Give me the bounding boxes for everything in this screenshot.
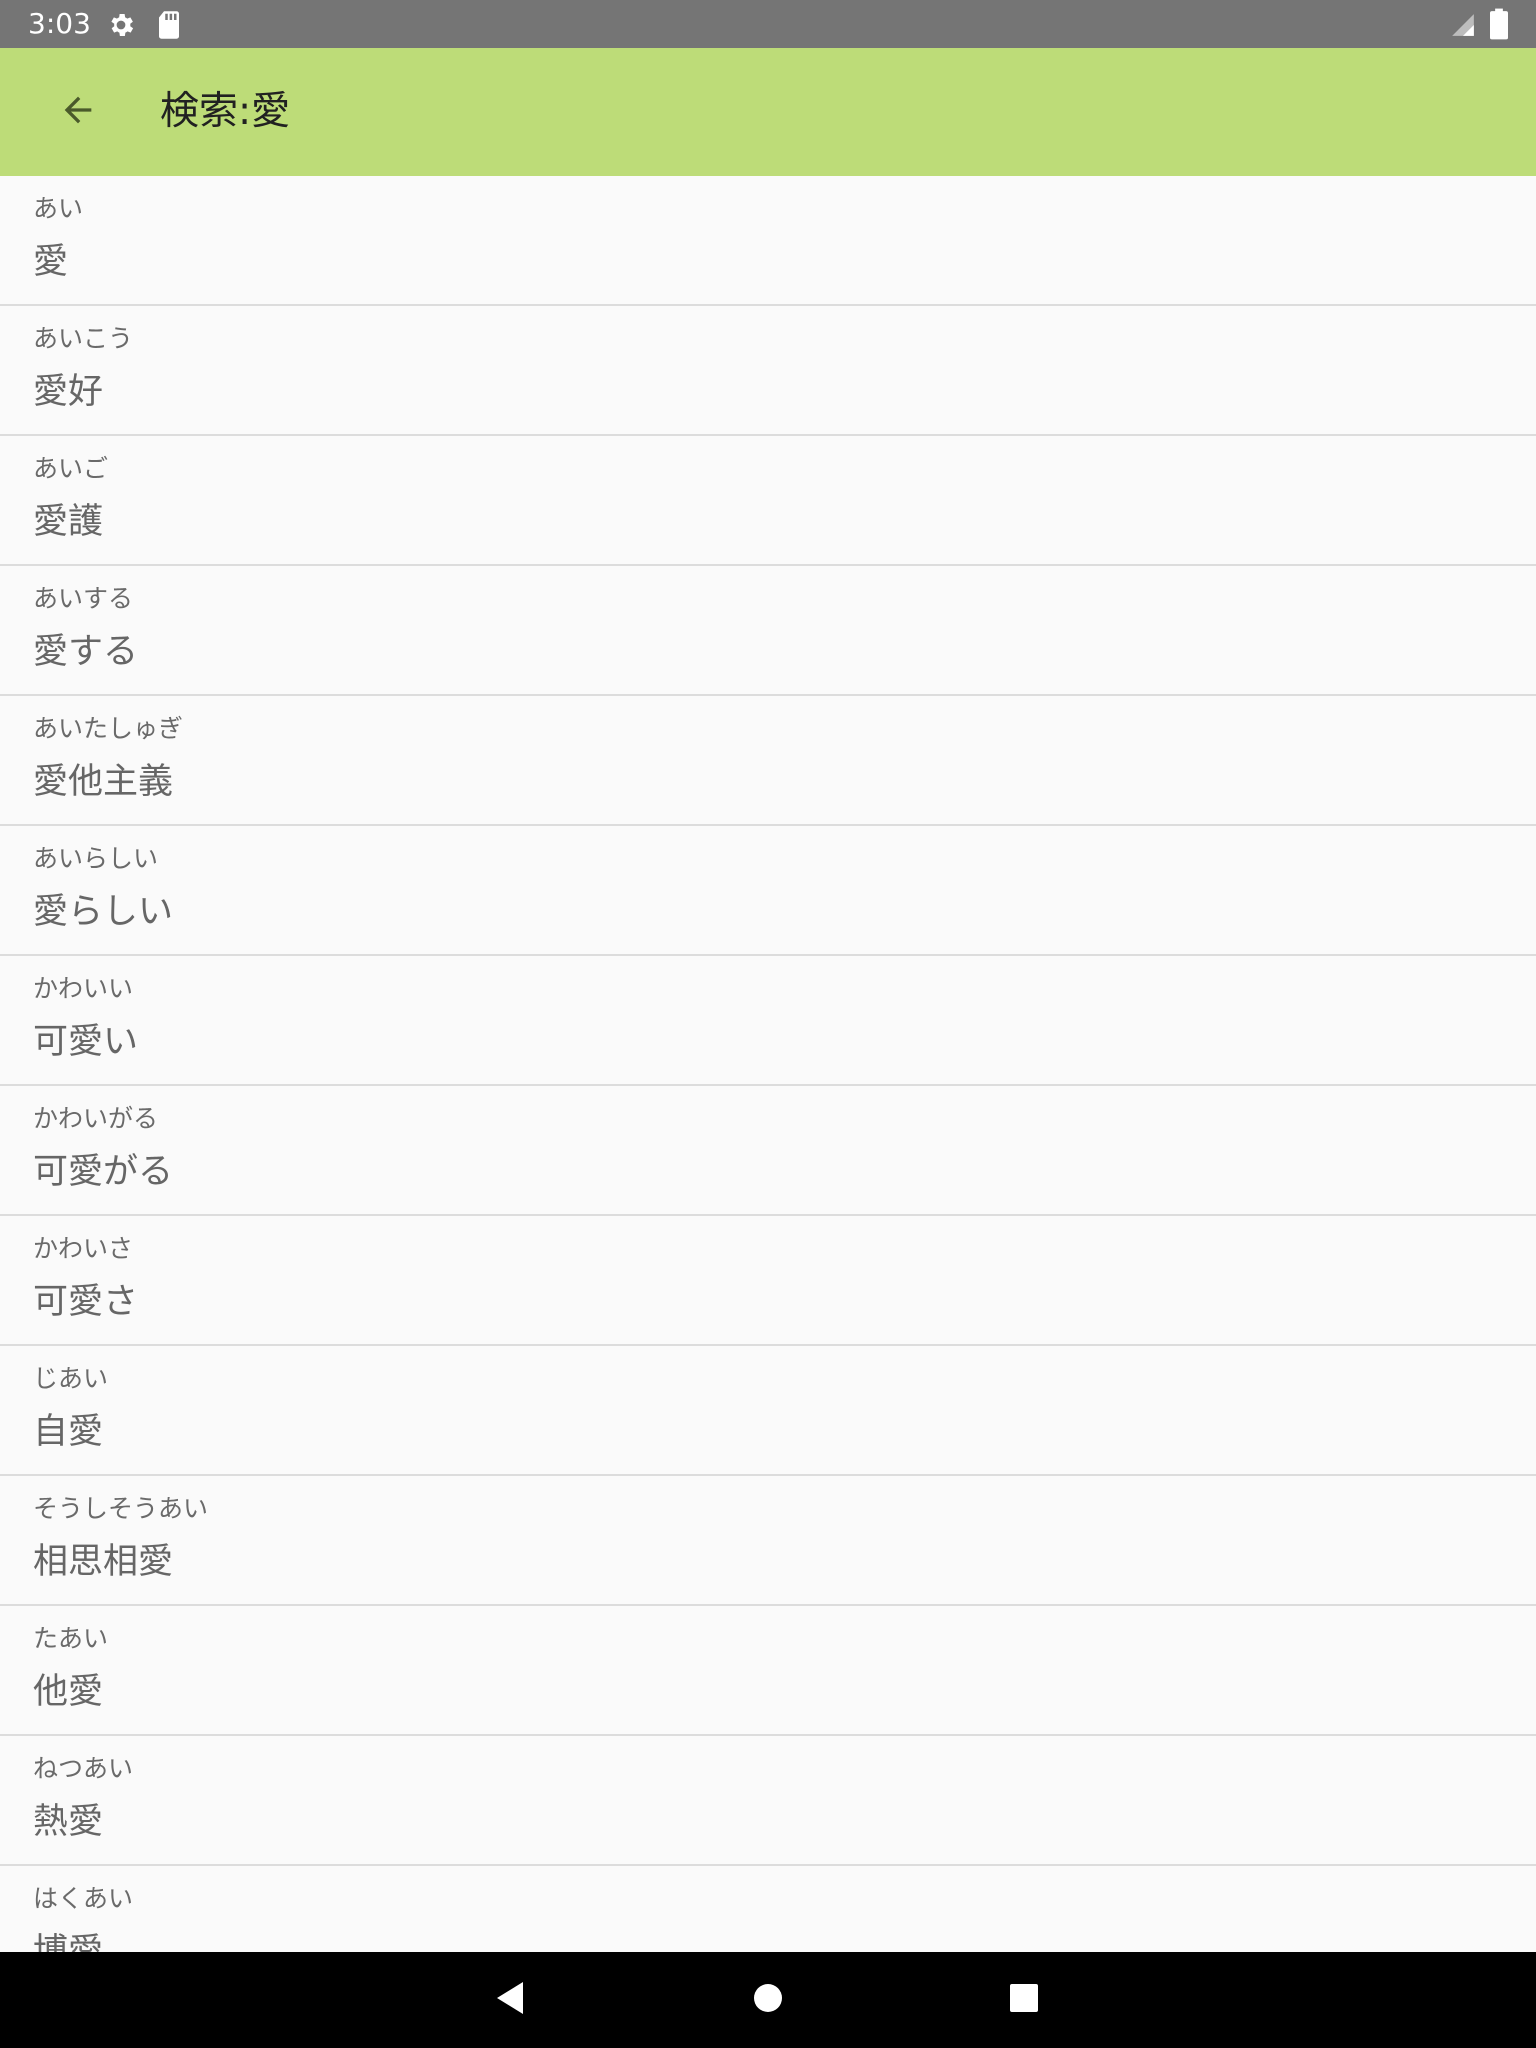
reading-text: あいする (33, 584, 134, 613)
reading-text: かわいさ (33, 1234, 134, 1263)
reading-text: そうしそうあい (33, 1494, 209, 1523)
arrow-back-icon (58, 90, 98, 134)
list-item[interactable]: たあい 他愛 (0, 1606, 1536, 1736)
reading-text: ねつあい (33, 1754, 134, 1783)
back-button[interactable] (40, 74, 116, 150)
word-text: 熱愛 (33, 1802, 104, 1842)
reading-text: あい (33, 194, 84, 223)
list-item[interactable]: かわいがる 可愛がる (0, 1086, 1536, 1216)
list-item[interactable]: あいこう 愛好 (0, 306, 1536, 436)
results-list[interactable]: あい 愛 あいこう 愛好 あいご 愛護 あいする 愛する あいたしゅぎ 愛他主義… (0, 176, 1536, 1952)
reading-text: たあい (33, 1624, 109, 1653)
word-text: 可愛がる (33, 1152, 174, 1192)
word-text: 愛らしい (33, 892, 174, 932)
list-item[interactable]: ねつあい 熱愛 (0, 1736, 1536, 1866)
sd-card-icon (156, 10, 182, 44)
list-item[interactable]: かわいい 可愛い (0, 956, 1536, 1086)
word-text: 愛護 (33, 502, 104, 542)
reading-text: あいたしゅぎ (33, 714, 184, 743)
reading-text: あいらしい (33, 844, 159, 873)
word-text: 自愛 (33, 1412, 104, 1452)
back-triangle-icon (493, 1980, 527, 2020)
list-item[interactable]: かわいさ 可愛さ (0, 1216, 1536, 1346)
word-text: 愛他主義 (33, 762, 174, 802)
word-text: 可愛さ (33, 1282, 139, 1322)
nav-recents-button[interactable] (994, 1970, 1054, 2030)
list-item[interactable]: あいご 愛護 (0, 436, 1536, 566)
list-item[interactable]: あいする 愛する (0, 566, 1536, 696)
word-text: 相思相愛 (33, 1542, 174, 1582)
reading-text: あいご (33, 454, 109, 483)
home-circle-icon (752, 1982, 784, 2018)
page-title: 検索:愛 (160, 89, 291, 134)
word-text: 愛好 (33, 372, 104, 412)
list-item[interactable]: あい 愛 (0, 176, 1536, 306)
app-toolbar: 検索:愛 (0, 48, 1536, 176)
word-text: 可愛い (33, 1022, 139, 1062)
status-bar: 3:03 (0, 0, 1536, 48)
word-text: 愛 (33, 242, 69, 282)
signal-icon (1450, 12, 1476, 42)
word-text: 他愛 (33, 1672, 104, 1712)
nav-home-button[interactable] (738, 1970, 798, 2030)
status-time: 3:03 (28, 7, 91, 40)
list-item[interactable]: じあい 自愛 (0, 1346, 1536, 1476)
list-item[interactable]: はくあい 博愛 (0, 1866, 1536, 1952)
reading-text: はくあい (33, 1884, 134, 1913)
navigation-bar (0, 1952, 1536, 2048)
list-item[interactable]: あいらしい 愛らしい (0, 826, 1536, 956)
reading-text: かわいい (33, 974, 134, 1003)
word-text: 愛する (33, 632, 139, 672)
list-item[interactable]: あいたしゅぎ 愛他主義 (0, 696, 1536, 826)
reading-text: あいこう (33, 324, 134, 353)
list-item[interactable]: そうしそうあい 相思相愛 (0, 1476, 1536, 1606)
recents-square-icon (1009, 1983, 1039, 2017)
gear-icon (106, 10, 136, 44)
word-text: 博愛 (33, 1932, 104, 1952)
nav-back-button[interactable] (480, 1970, 540, 2030)
battery-icon (1490, 8, 1508, 44)
reading-text: かわいがる (33, 1104, 159, 1133)
reading-text: じあい (33, 1364, 109, 1393)
